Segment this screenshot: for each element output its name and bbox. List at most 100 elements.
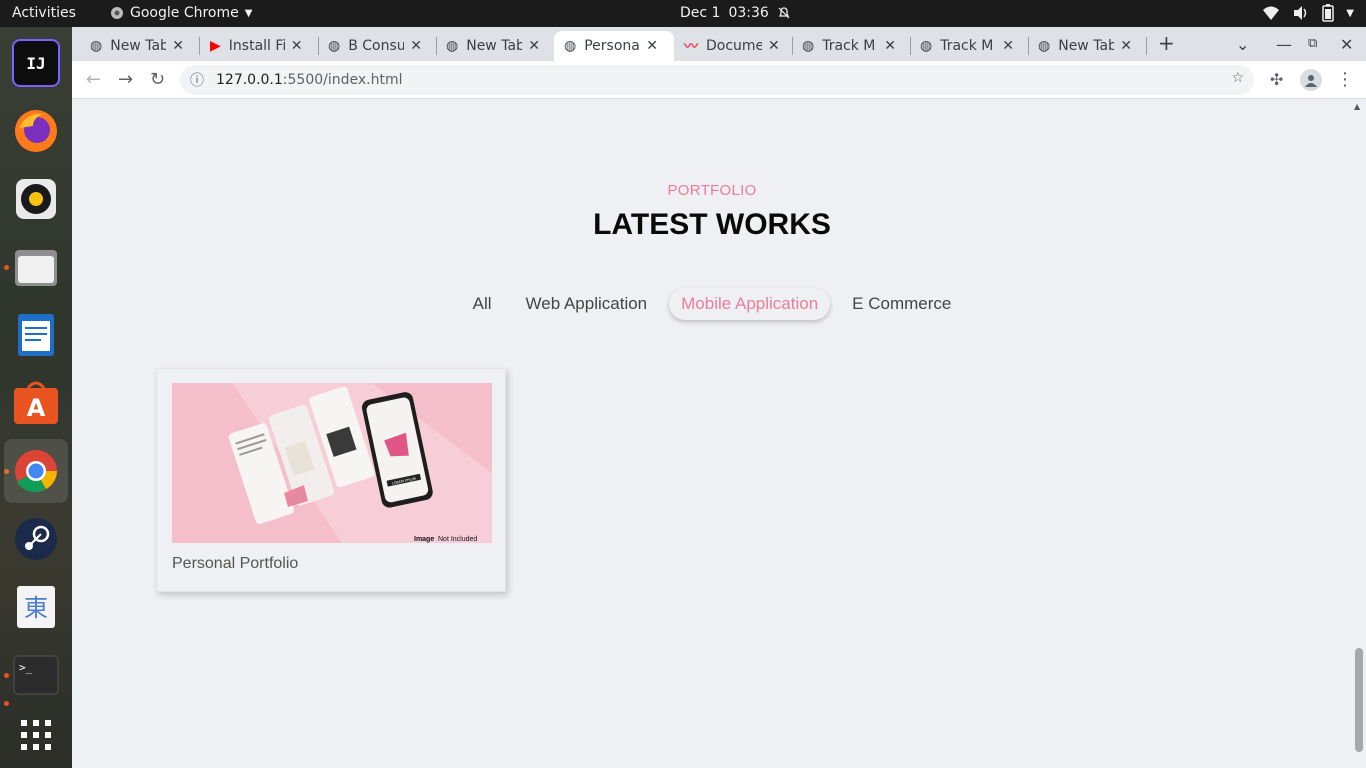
section-subtitle: PORTFOLIO — [667, 182, 757, 199]
files-icon[interactable] — [12, 243, 60, 291]
tab-track-1[interactable]: ◍ Track M ✕ — [792, 31, 910, 61]
extensions-puzzle-icon[interactable]: ✣ — [1270, 70, 1283, 89]
portfolio-card-caption: Personal Portfolio — [172, 555, 299, 572]
chrome-small-icon — [111, 7, 123, 19]
tab-title: B Consu — [348, 38, 405, 54]
close-icon[interactable]: ✕ — [1120, 38, 1132, 54]
browser-toolbar: ← → ↻ ⓘ 127.0.0.1:5500/index.html ☆ ✣ ⋮ — [72, 61, 1366, 99]
document-app-icon: 〰 — [684, 39, 698, 55]
tab-title: Track M — [822, 38, 876, 54]
page-viewport: PORTFOLIO LATEST WORKS All Web Applicati… — [72, 100, 1352, 768]
dock-running-indicator — [4, 265, 9, 270]
clock[interactable]: Dec 1 03:36 — [680, 5, 791, 21]
minimize-icon[interactable]: — — [1276, 35, 1292, 54]
svg-text:>_: >_ — [19, 661, 33, 674]
close-icon[interactable]: ✕ — [884, 38, 896, 54]
volume-icon — [1294, 6, 1307, 20]
close-icon[interactable]: ✕ — [768, 38, 780, 54]
filter-mobile-application[interactable]: Mobile Application — [669, 288, 831, 320]
system-top-bar: Activities Google Chrome ▼ Dec 1 03:36 ▼ — [0, 0, 1366, 27]
tab-youtube[interactable]: ▶ Install Fi ✕ — [200, 31, 318, 61]
dock-running-indicator — [4, 673, 9, 678]
reload-icon[interactable]: ↻ — [150, 69, 165, 90]
clock-time: 03:36 — [728, 5, 769, 21]
portfolio-card[interactable]: LOREM IPSUM Image Not Included Personal … — [156, 368, 506, 592]
globe-icon: ◍ — [446, 38, 459, 54]
tab-title: New Tab — [110, 38, 167, 54]
globe-icon: ◍ — [328, 38, 341, 54]
close-icon[interactable]: ✕ — [291, 38, 303, 54]
filter-all[interactable]: All — [461, 288, 504, 320]
software-center-icon[interactable]: A — [12, 379, 60, 427]
rhythmbox-icon[interactable] — [12, 175, 60, 223]
terminal-icon[interactable]: >_ — [12, 651, 60, 699]
close-icon[interactable]: ✕ — [410, 38, 422, 54]
chevron-down-icon: ▼ — [244, 7, 253, 19]
new-tab-plus-icon[interactable]: + — [1158, 31, 1175, 55]
address-bar[interactable]: ⓘ 127.0.0.1:5500/index.html ☆ — [180, 65, 1254, 95]
tab-personal-active[interactable]: ◍ Persona ✕ — [554, 31, 674, 61]
close-icon[interactable]: ✕ — [528, 38, 540, 54]
profile-avatar-icon[interactable] — [1300, 69, 1322, 91]
back-arrow-icon[interactable]: ← — [86, 69, 101, 90]
intellij-icon[interactable]: IJ — [12, 39, 60, 87]
tab-search-icon[interactable]: ⌄ — [1236, 35, 1249, 54]
clock-date: Dec 1 — [680, 5, 721, 21]
writer-icon[interactable] — [12, 311, 60, 359]
tab-title: New Tab — [466, 38, 523, 54]
tab-strip: ◍ New Tab ✕ ▶ Install Fi ✕ ◍ B Consu ✕ ◍ New Ta… — [72, 27, 1366, 61]
tab-title: Track M — [940, 38, 994, 54]
close-icon[interactable]: ✕ — [172, 38, 184, 54]
tab-title: Docume — [706, 38, 762, 54]
globe-icon: ◍ — [920, 38, 933, 54]
site-info-icon[interactable]: ⓘ — [190, 70, 204, 90]
steam-icon[interactable] — [12, 515, 60, 563]
tab-title: New Tab — [1058, 38, 1115, 54]
app-menu-label: Google Chrome — [130, 5, 239, 21]
url-path: :5500/index.html — [282, 72, 403, 88]
section-title: LATEST WORKS — [593, 208, 831, 241]
filter-e-commerce[interactable]: E Commerce — [840, 288, 963, 320]
vertical-scrollbar[interactable]: ▲ — [1352, 100, 1366, 768]
globe-icon: ◍ — [802, 38, 815, 54]
apps-grid-icon[interactable] — [12, 711, 60, 759]
input-method-icon[interactable]: 東 — [12, 583, 60, 631]
chrome-icon[interactable] — [4, 439, 68, 503]
close-icon[interactable]: ✕ — [646, 38, 658, 54]
bookmark-star-icon[interactable]: ☆ — [1231, 70, 1244, 86]
activities-button[interactable]: Activities — [12, 5, 76, 21]
tab-b-consu[interactable]: ◍ B Consu ✕ — [318, 31, 436, 61]
image-tag-bold: Image — [414, 536, 434, 543]
tab-new-tab-1[interactable]: ◍ New Tab ✕ — [80, 31, 198, 61]
window-close-icon[interactable]: ✕ — [1340, 35, 1353, 54]
tab-title: Persona — [584, 38, 640, 54]
globe-icon: ◍ — [90, 38, 103, 54]
restore-icon[interactable]: ⧉ — [1308, 36, 1317, 51]
dock: IJ A 東 >_ — [0, 27, 72, 768]
tab-document[interactable]: 〰 Docume ✕ — [674, 31, 792, 61]
chrome-menu-icon[interactable]: ⋮ — [1336, 69, 1354, 90]
dock-running-indicator — [4, 701, 9, 706]
tab-new-tab-3[interactable]: ◍ New Tab ✕ — [1028, 31, 1146, 61]
tab-track-2[interactable]: ◍ Track M ✕ — [910, 31, 1028, 61]
system-tray[interactable]: ▼ — [1262, 4, 1354, 22]
tab-new-tab-2[interactable]: ◍ New Tab ✕ — [436, 31, 554, 61]
globe-icon: ◍ — [1038, 38, 1051, 54]
system-menu-chevron-icon: ▼ — [1346, 7, 1354, 19]
scrollbar-thumb[interactable] — [1355, 648, 1363, 752]
firefox-icon[interactable] — [12, 107, 60, 155]
notification-bell-icon — [778, 7, 790, 19]
scroll-up-arrow-icon[interactable]: ▲ — [1354, 102, 1360, 111]
wifi-icon — [1263, 6, 1280, 20]
filter-web-application[interactable]: Web Application — [514, 288, 660, 320]
forward-arrow-icon[interactable]: → — [118, 69, 133, 90]
portfolio-card-image: LOREM IPSUM Image Not Included — [172, 383, 492, 543]
youtube-icon: ▶ — [210, 38, 221, 54]
image-tag-rest: Not Included — [438, 536, 477, 543]
portfolio-filters: All Web Application Mobile Application E… — [72, 288, 1352, 320]
battery-icon — [1322, 4, 1335, 22]
app-menu[interactable]: Google Chrome ▼ — [110, 5, 252, 21]
close-icon[interactable]: ✕ — [1002, 38, 1014, 54]
svg-text:A: A — [27, 394, 46, 422]
url-host: 127.0.0.1 — [216, 72, 283, 88]
